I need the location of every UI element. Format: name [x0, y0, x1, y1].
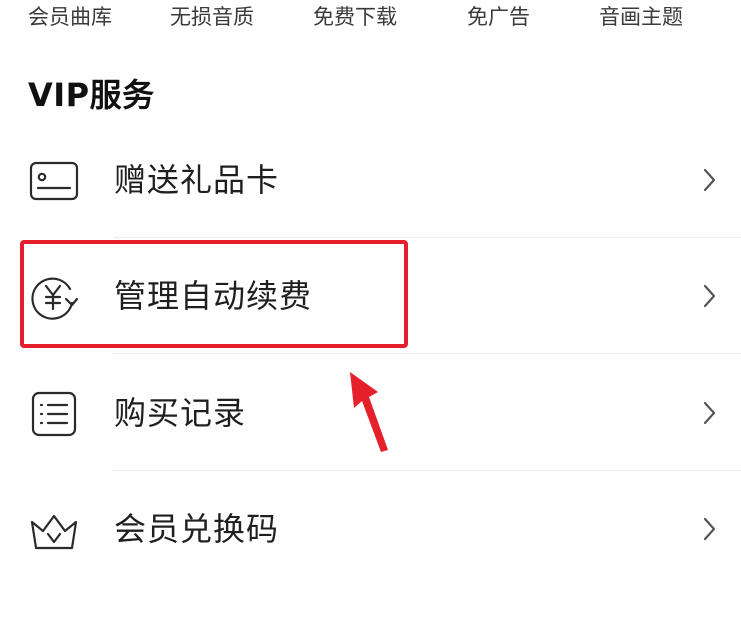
chevron-right-icon	[697, 281, 721, 311]
section-title-vip-services: VIP服务	[28, 76, 155, 114]
benefit-themes[interactable]: 音画主题	[599, 2, 683, 32]
vip-benefits-row: 会员曲库 无损音质 免费下载 免广告 音画主题	[0, 0, 741, 40]
crown-icon	[28, 504, 80, 556]
menu-item-label: 管理自动续费	[114, 277, 313, 315]
menu-item-gift-card[interactable]: 赠送礼品卡	[0, 121, 741, 238]
chevron-right-icon	[697, 165, 721, 195]
menu-item-redeem-code[interactable]: 会员兑换码	[0, 470, 741, 587]
menu-item-label: 购买记录	[114, 394, 247, 432]
menu-item-label: 赠送礼品卡	[114, 161, 280, 199]
menu-item-label: 会员兑换码	[114, 510, 280, 548]
chevron-right-icon	[697, 398, 721, 428]
benefit-ad-free[interactable]: 免广告	[467, 2, 530, 32]
menu-item-purchase-history[interactable]: 购买记录	[0, 354, 741, 471]
vip-page: 会员曲库 无损音质 免费下载 免广告 音画主题 VIP服务 赠送礼品卡 管理自动…	[0, 0, 741, 627]
list-icon	[28, 388, 80, 440]
benefit-free-download[interactable]: 免费下载	[313, 2, 397, 32]
benefit-member-library[interactable]: 会员曲库	[28, 2, 112, 32]
gift-card-icon	[28, 155, 80, 207]
chevron-right-icon	[697, 514, 721, 544]
auto-renew-yuan-icon	[28, 271, 80, 323]
benefit-lossless-quality[interactable]: 无损音质	[170, 2, 254, 32]
menu-item-manage-auto-renew[interactable]: 管理自动续费	[0, 237, 741, 354]
